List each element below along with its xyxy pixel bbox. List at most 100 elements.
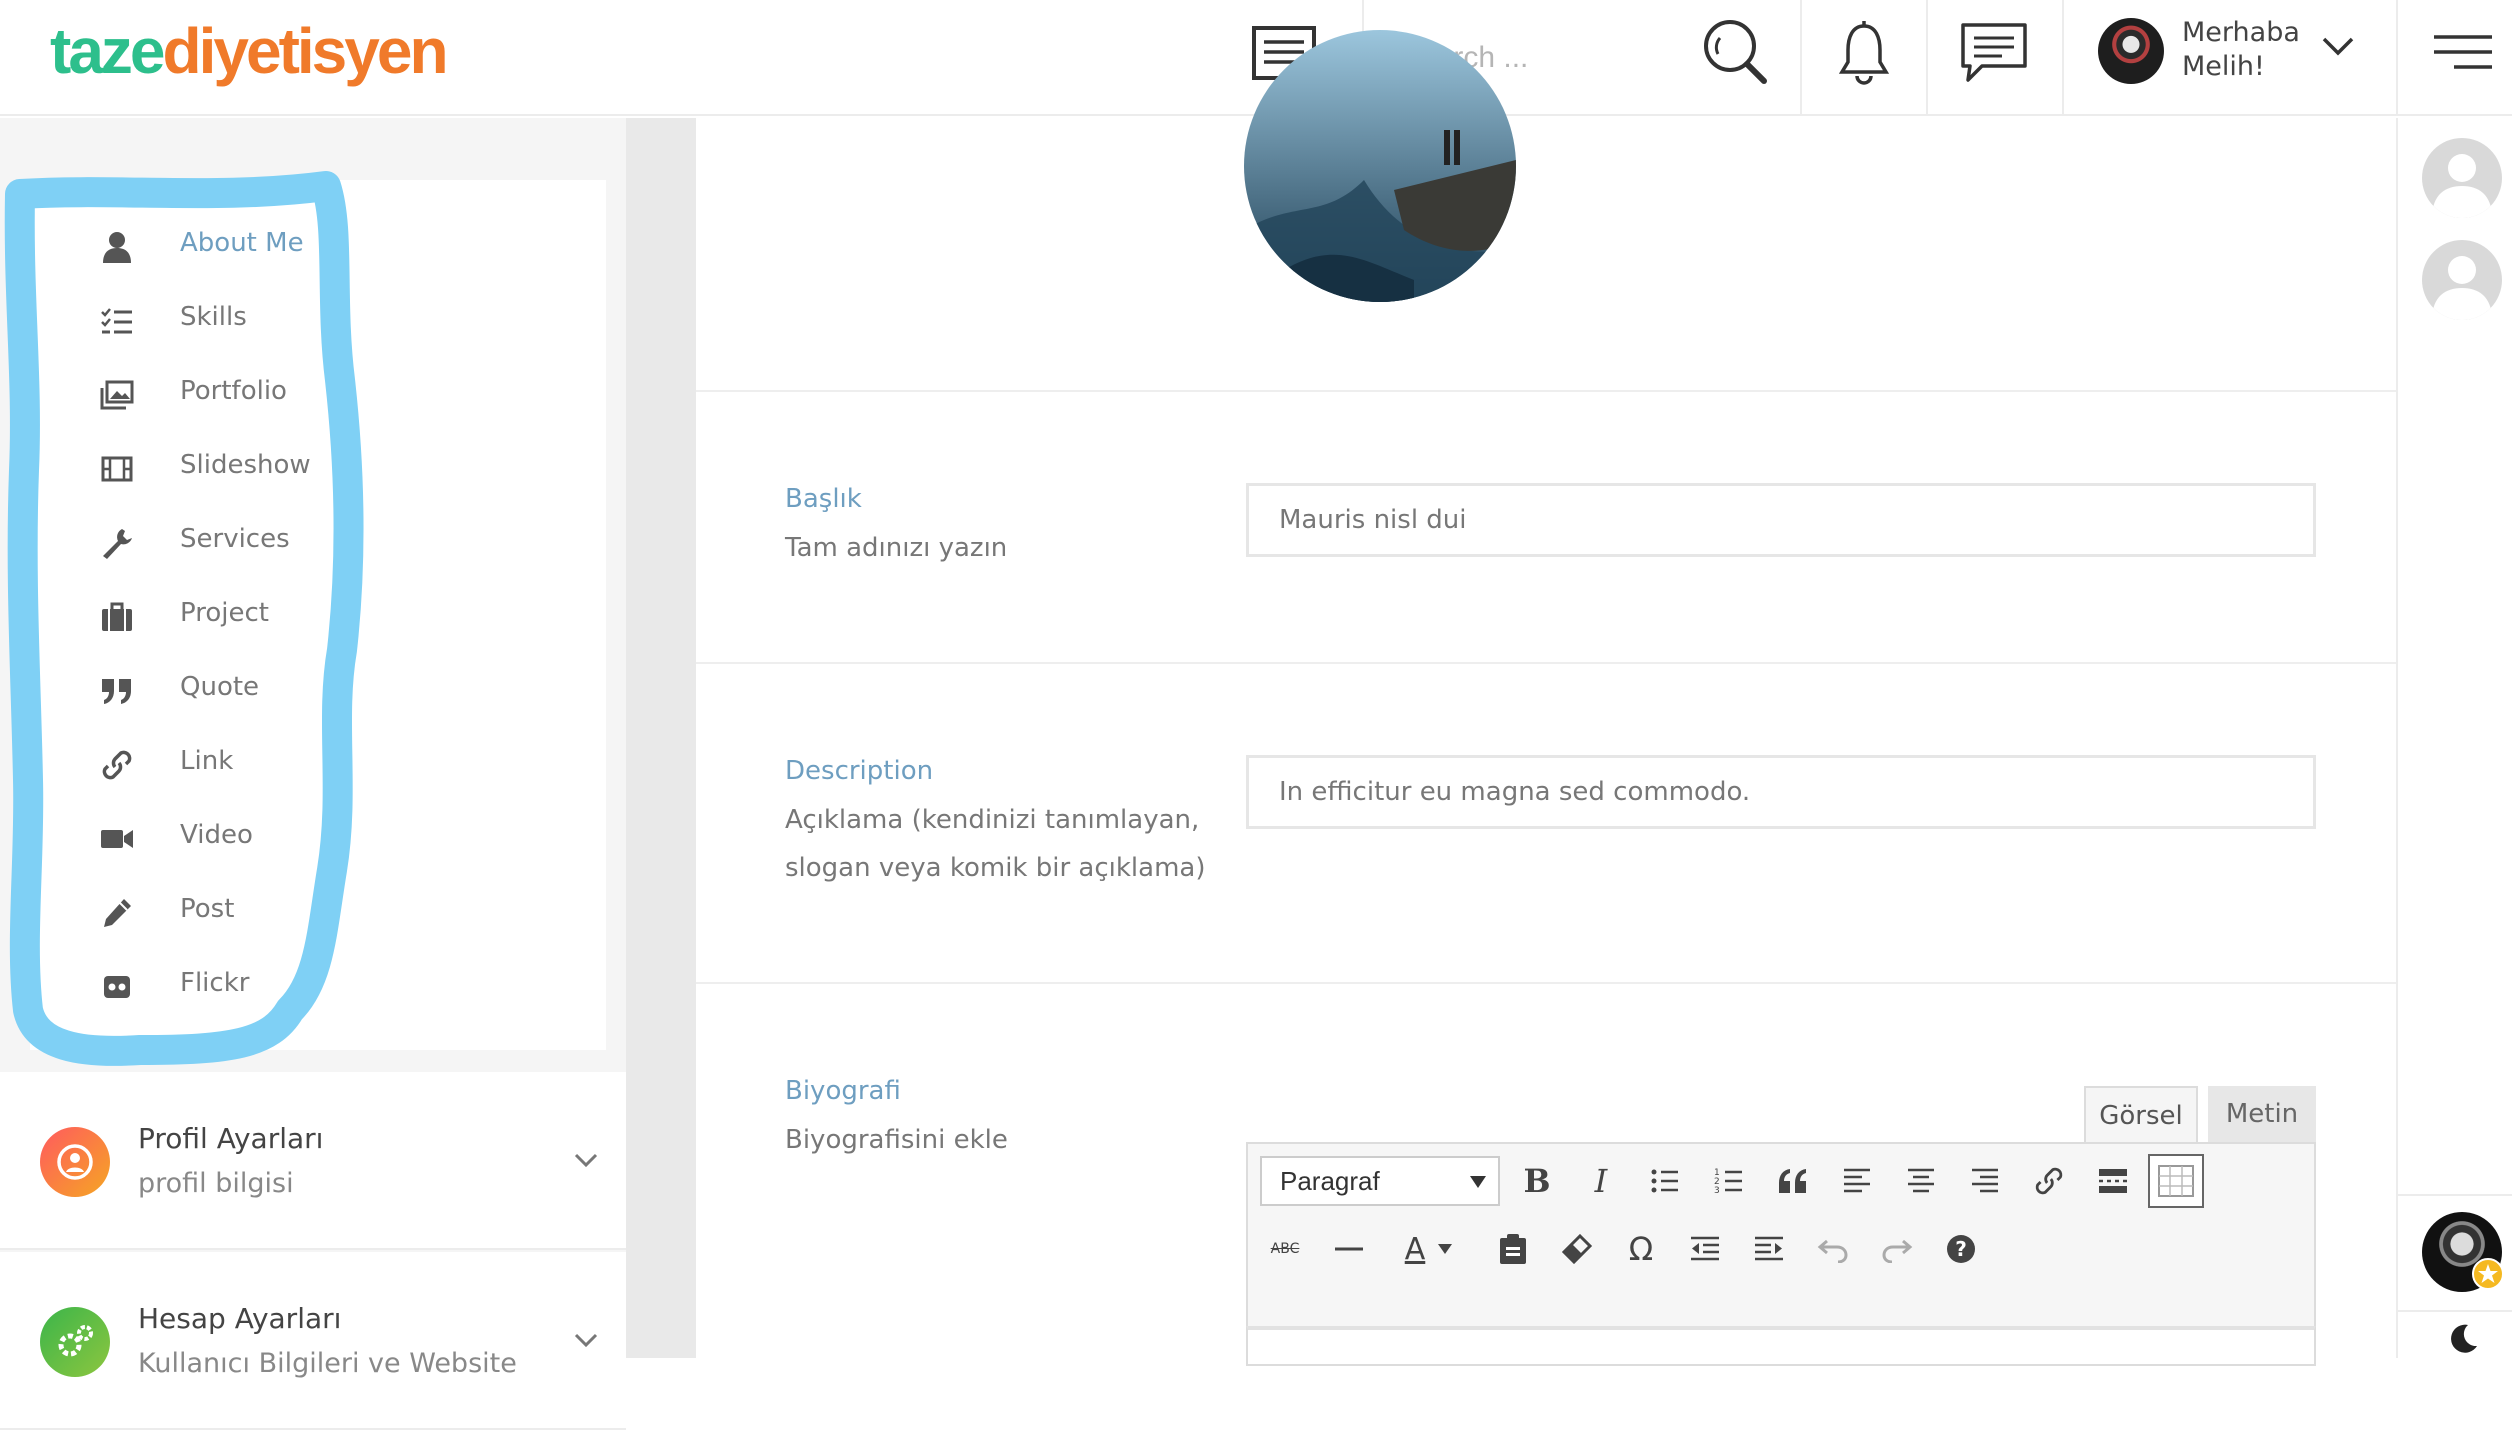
format-select[interactable]: Paragraf [1260,1156,1500,1206]
section-divider [696,982,2396,984]
sidebar-item-post[interactable]: Post [100,888,560,938]
accordion-subtitle: Kullanıcı Bilgileri ve Website [138,1348,517,1379]
logo-part-taze: taze [50,15,165,87]
tab-text[interactable]: Metin [2208,1086,2316,1144]
top-bar: tazediyetisyen Merhaba Melih! [0,0,2512,116]
video-icon [100,822,134,856]
format-select-value: Paragraf [1280,1166,1380,1196]
avatar[interactable] [2098,18,2164,84]
sidebar-item-label: Link [180,746,234,776]
checklist-icon [100,304,134,338]
numbered-list-icon[interactable]: 123 [1704,1156,1754,1206]
redo-icon[interactable] [1872,1224,1922,1274]
images-icon [100,378,134,412]
chat-icon[interactable] [1960,22,2028,84]
tab-visual[interactable]: Görsel [2084,1086,2198,1144]
avatar[interactable] [2422,138,2502,218]
description-help-text: Açıklama (kendinizi tanımlayan, slogan v… [785,796,1205,892]
chevron-down-icon[interactable] [2322,36,2354,56]
right-divider [2396,1310,2512,1312]
logo-part-diyetisyen: diyetisyen [162,15,449,87]
sidebar-item-label: Post [180,894,235,924]
sidebar-item-about-me[interactable]: About Me [100,222,560,272]
user-greeting[interactable]: Merhaba Melih! [2182,16,2300,84]
link-icon [100,748,134,782]
flickr-icon [100,970,134,1004]
section-divider [696,662,2396,664]
description-help-line-2: slogan veya komik bir açıklama) [785,853,1206,883]
paste-text-icon[interactable] [1488,1224,1538,1274]
sidebar-item-slideshow[interactable]: Slideshow [100,444,560,494]
outdent-icon[interactable] [1680,1224,1730,1274]
brand-logo[interactable]: tazediyetisyen [50,14,449,88]
description-help-line-1: Açıklama (kendinizi tanımlayan, [785,805,1200,835]
greeting-line-2: Melih! [2182,51,2265,82]
sidebar-item-label: Flickr [180,968,250,998]
biography-label: Biyografi [785,1076,901,1106]
sidebar-item-label: Quote [180,672,260,702]
accordion-account-settings[interactable]: Hesap Ayarları Kullanıcı Bilgileri ve We… [0,1252,626,1430]
bell-icon[interactable] [1838,20,1890,86]
sidebar-item-link[interactable]: Link [100,740,560,790]
caret-down-icon [1470,1176,1486,1188]
sidebar-item-portfolio[interactable]: Portfolio [100,370,560,420]
blockquote-icon[interactable] [1768,1156,1818,1206]
sidebar-item-project[interactable]: Project [100,592,560,642]
horizontal-line-icon[interactable] [1324,1224,1374,1274]
accordion-title: Profil Ayarları [138,1122,324,1155]
bullet-list-icon[interactable] [1640,1156,1690,1206]
title-input[interactable] [1246,483,2316,557]
link-icon[interactable] [2024,1156,2074,1206]
wrench-icon [100,526,134,560]
accordion-subtitle: profil bilgisi [138,1168,294,1199]
strikethrough-icon[interactable]: ABC [1260,1224,1310,1274]
sidebar-item-label: Skills [180,302,247,332]
accordion-profile-settings[interactable]: Profil Ayarları profil bilgisi [0,1072,626,1250]
sidebar-item-quote[interactable]: Quote [100,666,560,716]
bold-icon[interactable]: B [1512,1156,1562,1206]
sidebar-item-label: Project [180,598,269,628]
hamburger-icon[interactable] [2432,34,2494,70]
greeting-line-1: Merhaba [2182,17,2300,48]
quote-icon [100,674,134,708]
profile-settings-icon [40,1127,110,1197]
moon-icon[interactable] [2446,1322,2480,1356]
accordion-title: Hesap Ayarları [138,1302,342,1335]
svg-text:?: ? [1955,1237,1967,1261]
description-label: Description [785,756,934,786]
avatar[interactable] [2422,240,2502,320]
clear-format-icon[interactable] [1552,1224,1602,1274]
caret-down-icon[interactable] [1430,1224,1460,1274]
profile-menu-card: About Me Skills Portfolio Slideshow Serv… [30,180,606,1050]
align-left-icon[interactable] [1832,1156,1882,1206]
sidebar-item-services[interactable]: Services [100,518,560,568]
align-right-icon[interactable] [1960,1156,2010,1206]
profile-cover-photo[interactable] [1244,30,1516,302]
pencil-icon [100,896,134,930]
sidebar-item-label: Services [180,524,290,554]
sidebar-item-video[interactable]: Video [100,814,560,864]
film-icon [100,452,134,486]
sidebar-item-flickr[interactable]: Flickr [100,962,560,1012]
briefcase-icon [100,600,134,634]
sidebar-item-label: Video [180,820,253,850]
user-icon [100,230,134,264]
align-center-icon[interactable] [1896,1156,1946,1206]
title-label: Başlık [785,484,862,514]
undo-icon[interactable] [1808,1224,1858,1274]
description-input[interactable] [1246,755,2316,829]
biography-help-text: Biyografisini ekle [785,1125,1008,1155]
sidebar-item-skills[interactable]: Skills [100,296,560,346]
chevron-down-icon [574,1332,598,1352]
help-icon[interactable]: ? [1936,1224,1986,1274]
read-more-icon[interactable] [2088,1156,2138,1206]
special-char-icon[interactable]: Ω [1616,1224,1666,1274]
sidebar-item-label: Slideshow [180,450,311,480]
indent-icon[interactable] [1744,1224,1794,1274]
biography-editor-body[interactable] [1246,1326,2316,1366]
italic-icon[interactable]: I [1576,1156,1626,1206]
content-gutter [626,118,696,1358]
search-icon[interactable] [1700,18,1770,88]
title-help-text: Tam adınızı yazın [785,533,1008,563]
toolbar-toggle-icon[interactable] [2148,1154,2204,1208]
